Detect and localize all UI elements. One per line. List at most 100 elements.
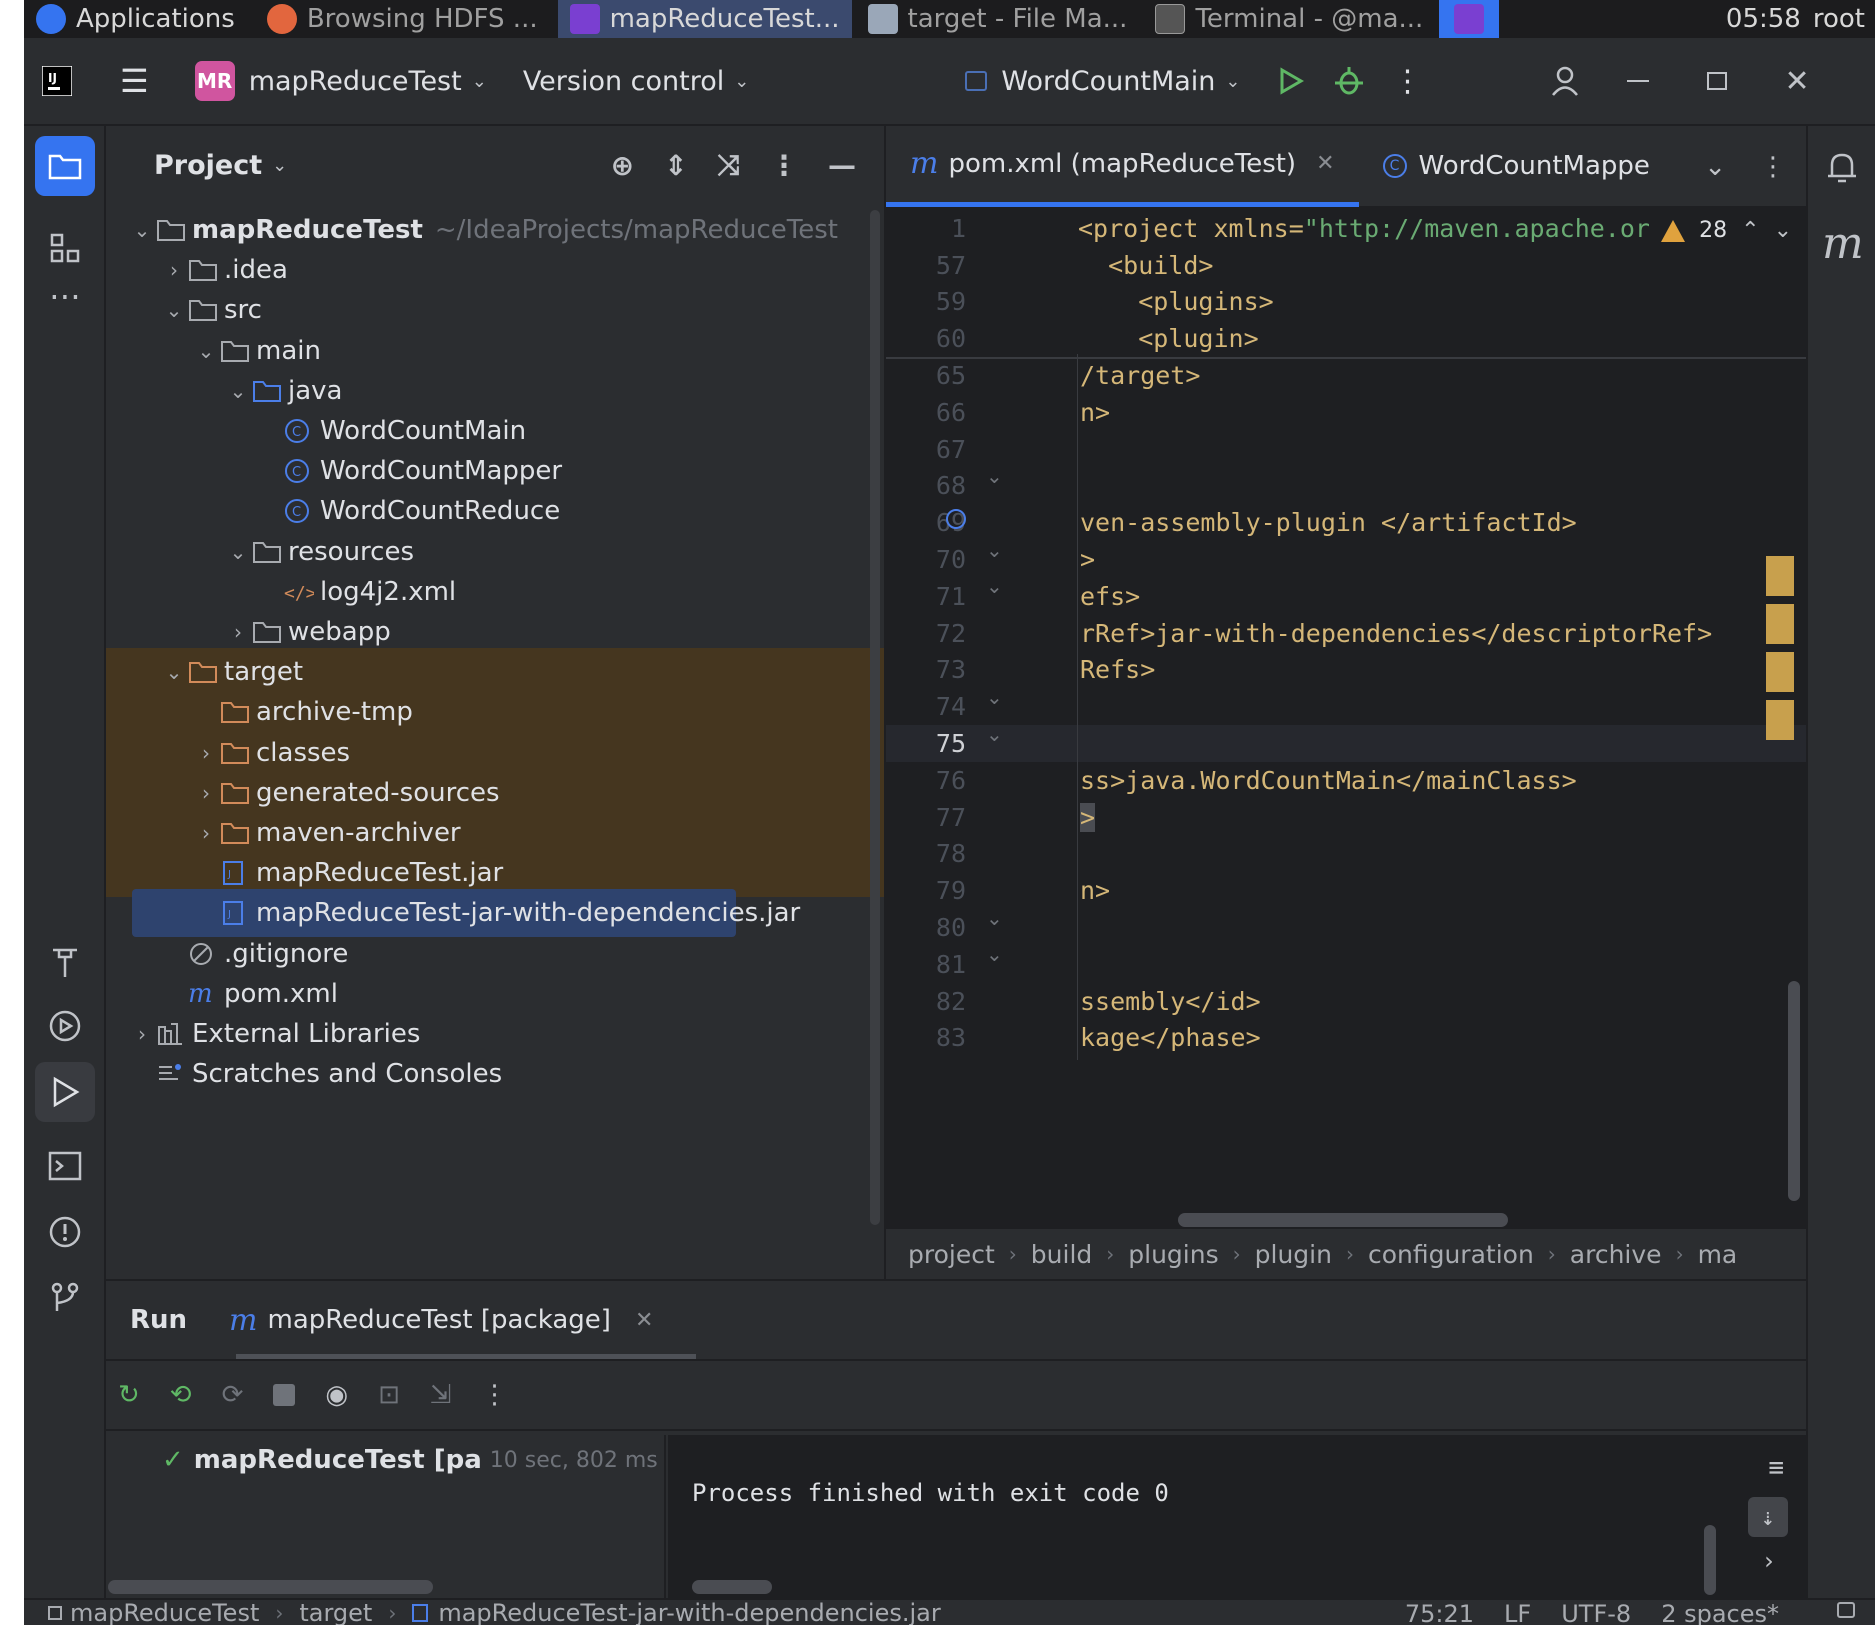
status-path-folder[interactable]: target xyxy=(299,1600,372,1625)
caret-position[interactable]: 75:21 xyxy=(1405,1600,1474,1625)
inspection-widget[interactable]: 28 ⌃ ⌄ xyxy=(1655,214,1798,247)
more-vertical-icon[interactable]: ⋮ xyxy=(770,149,798,182)
debug-button[interactable] xyxy=(1319,37,1379,125)
taskbar-item-intellij[interactable]: mapReduceTest... xyxy=(557,0,852,38)
run-button[interactable] xyxy=(1261,37,1319,125)
chevron-right-icon[interactable]: › xyxy=(224,620,252,644)
tab-run-package[interactable]: m mapReduceTest [package] ✕ xyxy=(209,1281,673,1359)
export-icon[interactable]: ⇲ xyxy=(430,1380,452,1410)
chevron-down-icon[interactable]: ⌄ xyxy=(160,298,188,322)
project-switcher[interactable]: MR mapReduceTest ⌄ xyxy=(181,37,501,125)
taskbar-item-applications[interactable]: Applications xyxy=(24,0,247,38)
rerun-automatically-icon[interactable]: ⟳ xyxy=(222,1380,244,1410)
chevron-right-icon[interactable]: › xyxy=(160,258,188,282)
breadcrumb-item[interactable]: ma xyxy=(1698,1240,1738,1269)
chevron-right-icon[interactable]: › xyxy=(192,781,220,805)
indent-setting[interactable]: 2 spaces* xyxy=(1661,1600,1779,1625)
scroll-to-end-button[interactable]: ⇣ xyxy=(1748,1497,1788,1537)
restore-button[interactable] xyxy=(1693,37,1741,125)
chevron-right-icon[interactable]: › xyxy=(1762,1547,1776,1575)
rerun-failed-icon[interactable]: ⟲ xyxy=(170,1380,192,1410)
fold-chevron-icon[interactable]: ⌄ xyxy=(986,722,1003,746)
file-encoding[interactable]: UTF-8 xyxy=(1561,1600,1631,1625)
version-control-menu[interactable]: Version control ⌄ xyxy=(509,37,764,125)
chevron-down-icon[interactable]: ⌄ xyxy=(224,540,252,564)
fold-chevron-icon[interactable]: ⌄ xyxy=(986,538,1003,562)
tab-wordcountmapper[interactable]: C WordCountMapper.j xyxy=(1359,126,1673,207)
fold-chevron-icon[interactable]: ⌄ xyxy=(986,574,1003,598)
more-vertical-icon[interactable]: ⋮ xyxy=(482,1380,508,1410)
more-actions-button[interactable]: ⋮ xyxy=(1379,37,1437,125)
lock-icon[interactable] xyxy=(1837,1602,1855,1618)
status-path-project[interactable]: mapReduceTest xyxy=(70,1600,259,1625)
previous-highlight-icon[interactable]: ⌃ xyxy=(1741,218,1759,243)
chevron-right-icon[interactable]: › xyxy=(192,821,220,845)
notifications-button[interactable] xyxy=(1824,150,1860,190)
run-console[interactable]: Process finished with exit code 0 ≡ ⇣ › xyxy=(668,1435,1806,1600)
fold-chevron-icon[interactable]: ⌄ xyxy=(986,464,1003,488)
status-path-file[interactable]: mapReduceTest-jar-with-dependencies.jar xyxy=(438,1600,940,1625)
chevron-right-icon[interactable]: › xyxy=(192,741,220,765)
tree-item[interactable]: Scratches and Consoles xyxy=(106,1050,884,1098)
editor-horizontal-scrollbar[interactable] xyxy=(1178,1213,1508,1227)
breadcrumb-item[interactable]: configuration xyxy=(1368,1240,1534,1269)
rerun-icon[interactable]: ↻ xyxy=(118,1380,140,1410)
locate-file-icon[interactable]: ⊕ xyxy=(611,149,634,182)
minimize-button[interactable] xyxy=(1613,37,1663,125)
taskbar-item-intellij-2[interactable] xyxy=(1439,0,1500,38)
line-separator[interactable]: LF xyxy=(1504,1600,1531,1625)
terminal-tool-button[interactable] xyxy=(35,1136,95,1196)
project-scrollbar[interactable] xyxy=(870,210,880,1225)
taskbar-item-firefox[interactable]: Browsing HDFS ... xyxy=(255,0,550,38)
console-scrollbar-h[interactable] xyxy=(692,1580,772,1594)
taskbar-item-file-manager[interactable]: target - File Ma... xyxy=(856,0,1140,38)
more-tools-button[interactable]: ⋯ xyxy=(35,266,95,326)
screenshot-icon[interactable]: ⊡ xyxy=(378,1380,400,1410)
stop-icon[interactable] xyxy=(273,1384,296,1406)
tab-pom-xml[interactable]: m pom.xml (mapReduceTest) ✕ xyxy=(886,126,1359,207)
problems-tool-button[interactable] xyxy=(35,1202,95,1262)
code-editor[interactable]: 1 <project xmlns="http://maven.apache.or 5… xyxy=(886,210,1806,1217)
close-tab-icon[interactable]: ✕ xyxy=(1316,151,1334,176)
collapse-all-icon[interactable]: ⤨ xyxy=(718,148,740,182)
chevron-down-icon[interactable]: ⌄ xyxy=(1704,152,1726,182)
warning-stripe-mark[interactable] xyxy=(1766,556,1794,596)
chevron-down-icon[interactable]: ⌄ xyxy=(224,379,252,403)
soft-wrap-button[interactable]: ≡ xyxy=(1768,1453,1784,1483)
console-scrollbar-v[interactable] xyxy=(1704,1525,1716,1595)
fold-chevron-icon[interactable]: ⌄ xyxy=(986,942,1003,966)
breadcrumb-item[interactable]: archive xyxy=(1570,1240,1662,1269)
run-tool-button[interactable] xyxy=(35,1062,95,1122)
project-view-selector[interactable]: Project xyxy=(154,150,262,181)
hide-panel-icon[interactable]: — xyxy=(828,149,856,182)
close-tab-icon[interactable]: ✕ xyxy=(635,1308,653,1333)
build-tool-button[interactable] xyxy=(35,932,95,992)
fold-chevron-icon[interactable]: ⌄ xyxy=(986,906,1003,930)
override-marker-icon[interactable] xyxy=(946,508,966,529)
account-button[interactable] xyxy=(1537,37,1593,125)
breadcrumb-item[interactable]: project xyxy=(908,1240,995,1269)
maven-tool-button[interactable]: m xyxy=(1822,218,1864,269)
project-tool-button[interactable] xyxy=(35,136,95,196)
services-tool-button[interactable] xyxy=(35,996,95,1056)
breadcrumb-item[interactable]: build xyxy=(1031,1240,1092,1269)
warning-stripe-mark[interactable] xyxy=(1766,700,1794,740)
close-window-button[interactable]: ✕ xyxy=(1771,37,1824,125)
run-config-selector[interactable]: WordCountMain ⌄ xyxy=(951,37,1254,125)
fold-chevron-icon[interactable]: ⌄ xyxy=(986,685,1003,709)
chevron-down-icon[interactable]: ⌄ xyxy=(160,660,188,684)
editor-vertical-scrollbar[interactable] xyxy=(1788,981,1800,1201)
run-tree-scrollbar[interactable] xyxy=(108,1580,433,1594)
run-tree-item[interactable]: ✓ mapReduceTest [pa 10 sec, 802 ms xyxy=(162,1445,658,1475)
more-vertical-icon[interactable]: ⋮ xyxy=(1760,152,1786,182)
warning-stripe-mark[interactable] xyxy=(1766,604,1794,644)
eye-icon[interactable]: ◉ xyxy=(325,1380,348,1410)
breadcrumb-item[interactable]: plugins xyxy=(1128,1240,1218,1269)
breadcrumb-item[interactable]: plugin xyxy=(1255,1240,1332,1269)
chevron-right-icon[interactable]: › xyxy=(128,1022,156,1046)
git-tool-button[interactable] xyxy=(35,1268,95,1328)
warning-stripe-mark[interactable] xyxy=(1766,652,1794,692)
expand-all-icon[interactable]: ⇕ xyxy=(664,149,687,182)
next-highlight-icon[interactable]: ⌄ xyxy=(1774,218,1792,243)
taskbar-item-terminal[interactable]: Terminal - @ma... xyxy=(1143,0,1435,38)
